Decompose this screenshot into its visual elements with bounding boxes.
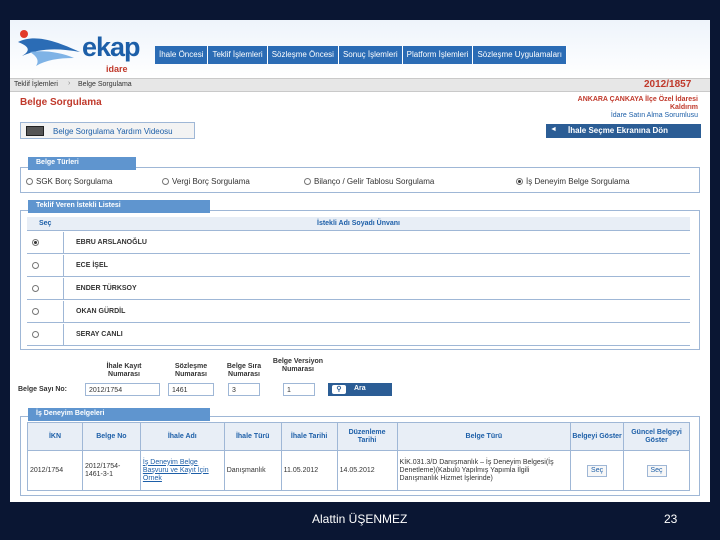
- belge-sayi-label: Belge Sayı No:: [18, 386, 68, 393]
- nav-teklif-islemleri[interactable]: Teklif İşlemleri: [208, 46, 268, 64]
- slide-page-number: 23: [664, 512, 678, 526]
- ekap-logo[interactable]: ekap idare: [14, 22, 154, 76]
- breadcrumb-teklif-islemleri[interactable]: Teklif İşlemleri: [14, 81, 58, 88]
- type-label: İş Deneyim Belge Sorgulama: [526, 177, 630, 186]
- breadcrumb-separator: ›: [68, 80, 71, 87]
- sozlesme-label: Sözleşme Numarası: [174, 363, 208, 378]
- col-duzenleme-tarihi: Düzenleme Tarihi: [336, 422, 398, 451]
- tender-reference: 2012/1857: [644, 79, 692, 90]
- cell-ihale-turu: Danışmanlık: [223, 450, 282, 491]
- office-unit: İdare Satın Alma Sorumlusu: [610, 112, 698, 119]
- office-name: ANKARA ÇANKAYA İlçe Özel İdaresi Kaldırı…: [577, 96, 698, 111]
- browser-screenshot: ekap idare İhale Öncesi Teklif İşlemleri…: [10, 20, 710, 502]
- bidders-legend: Teklif Veren İstekli Listesi: [28, 200, 210, 213]
- help-video-label: Belge Sorgulama Yardım Videosu: [53, 127, 173, 136]
- cell-belge-no: 2012/1754-1461-3-1: [81, 450, 141, 491]
- magnifier-icon: ⚲: [332, 385, 346, 394]
- col-bidder-name: İstekli Adı Soyadı Ünvanı: [317, 220, 400, 227]
- cell-duzenleme-tarihi: 14.05.2012: [336, 450, 398, 491]
- col-ihale-tarihi: İhale Tarihi: [280, 422, 338, 451]
- bidder-name: EBRU ARSLANOĞLU: [76, 239, 147, 246]
- cell-ihale-adi[interactable]: İş Deneyim Belge Başvuru ve Kayıt İçin Ö…: [139, 450, 225, 491]
- breadcrumb: Teklif İşlemleri › Belge Sorgulama 2012/…: [10, 78, 710, 92]
- site-header: ekap idare İhale Öncesi Teklif İşlemleri…: [10, 20, 710, 78]
- bidder-row[interactable]: ECE İŞEL: [27, 255, 690, 277]
- document-types-legend: Belge Türleri: [28, 157, 136, 170]
- radio-button: [26, 178, 33, 186]
- show-document-button[interactable]: Seç: [587, 464, 608, 477]
- radio-button[interactable]: [32, 331, 39, 338]
- radio-button[interactable]: [32, 239, 39, 246]
- nav-sonuc-islemleri[interactable]: Sonuç İşlemleri: [338, 46, 403, 64]
- nav-sozlesme-uygulamalari[interactable]: Sözleşme Uygulamaları: [473, 46, 567, 64]
- radio-button: [162, 178, 169, 186]
- search-button[interactable]: ⚲ Ara: [328, 383, 392, 396]
- type-label: SGK Borç Sorgulama: [36, 177, 113, 186]
- type-sgk-radio[interactable]: SGK Borç Sorgulama: [26, 177, 112, 186]
- breadcrumb-belge-sorgulama[interactable]: Belge Sorgulama: [78, 81, 132, 88]
- back-to-tender-button[interactable]: ◄ İhale Seçme Ekranına Dön: [546, 124, 701, 138]
- radio-button[interactable]: [32, 262, 39, 269]
- film-icon: [26, 126, 44, 136]
- radio-button[interactable]: [32, 308, 39, 315]
- sozlesme-input[interactable]: [168, 383, 214, 396]
- slide-author: Alattin ÜŞENMEZ: [312, 512, 408, 526]
- office-info: ANKARA ÇANKAYA İlçe Özel İdaresi Kaldırı…: [558, 96, 698, 120]
- show-current-document-button[interactable]: Seç: [646, 464, 667, 477]
- belge-sayi-input[interactable]: [85, 383, 160, 396]
- cell-belgeyi-goster: Seç: [570, 450, 625, 491]
- nav-sozlesme-oncesi[interactable]: Sözleşme Öncesi: [267, 46, 339, 64]
- bidders-header: Seç İstekli Adı Soyadı Ünvanı: [27, 217, 690, 231]
- arrow-left-icon: ◄: [550, 126, 557, 133]
- col-ihale-adi: İhale Adı: [139, 422, 225, 451]
- nav-platform-islemleri[interactable]: Platform İşlemleri: [402, 46, 474, 64]
- radio-button: [516, 178, 523, 186]
- cell-guncel-belgeyi-goster: Seç: [623, 450, 690, 491]
- bidder-name: OKAN GÜRDİL: [76, 308, 126, 315]
- logo-text: ekap: [82, 32, 141, 62]
- col-belge-no: Belge No: [81, 422, 141, 451]
- bidder-row[interactable]: ENDER TÜRKSOY: [27, 278, 690, 300]
- type-label: Vergi Borç Sorgulama: [172, 177, 250, 186]
- help-video-button[interactable]: Belge Sorgulama Yardım Videosu: [20, 122, 195, 139]
- logo-subtitle: idare: [106, 64, 128, 74]
- type-vergi-radio[interactable]: Vergi Borç Sorgulama: [162, 177, 250, 186]
- search-button-label: Ara: [354, 385, 366, 392]
- bidder-row[interactable]: EBRU ARSLANOĞLU: [27, 232, 690, 254]
- bidder-row[interactable]: SERAY CANLI: [27, 324, 690, 346]
- bidder-name: SERAY CANLI: [76, 331, 123, 338]
- bidder-name: ECE İŞEL: [76, 262, 108, 269]
- experience-docs-legend: İş Deneyim Belgeleri: [28, 408, 210, 421]
- versiyon-label: Belge Versiyon Numarası: [272, 358, 324, 373]
- col-belge-turu: Belge Türü: [396, 422, 572, 451]
- col-select: Seç: [39, 220, 52, 227]
- slide-footer: Alattin ÜŞENMEZ 23: [0, 508, 720, 530]
- col-ikn: İKN: [27, 422, 83, 451]
- cell-ihale-tarihi: 11.05.2012: [280, 450, 338, 491]
- col-ihale-turu: İhale Türü: [223, 422, 282, 451]
- belge-sira-input[interactable]: [228, 383, 260, 396]
- col-guncel-belgeyi-goster: Güncel Belgeyi Göster: [623, 422, 690, 451]
- radio-button: [304, 178, 311, 186]
- cell-belge-turu: KİK.031.3/D Danışmanlık – İş Deneyim Bel…: [396, 450, 572, 491]
- back-button-label: İhale Seçme Ekranına Dön: [568, 126, 669, 135]
- page-title: Belge Sorgulama: [20, 97, 102, 108]
- bidder-row[interactable]: OKAN GÜRDİL: [27, 301, 690, 323]
- type-bilanco-radio[interactable]: Bilanço / Gelir Tablosu Sorgulama: [304, 177, 434, 186]
- table-row: 2012/1754 2012/1754-1461-3-1 İş Deneyim …: [27, 450, 690, 491]
- cell-ikn: 2012/1754: [27, 450, 83, 491]
- type-label: Bilanço / Gelir Tablosu Sorgulama: [314, 177, 435, 186]
- bird-logo-icon: [18, 30, 80, 66]
- versiyon-input[interactable]: [283, 383, 315, 396]
- col-belgeyi-goster: Belgeyi Göster: [570, 422, 625, 451]
- radio-button[interactable]: [32, 285, 39, 292]
- experience-docs-table: İKN Belge No İhale Adı İhale Türü İhale …: [27, 422, 690, 491]
- belge-sira-label: Belge Sıra Numarası: [226, 363, 262, 378]
- type-is-deneyim-radio[interactable]: İş Deneyim Belge Sorgulama: [516, 177, 630, 186]
- nav-ihale-oncesi[interactable]: İhale Öncesi: [155, 46, 209, 64]
- ihale-kayit-label: İhale Kayıt Numarası: [106, 363, 142, 378]
- table-header-row: İKN Belge No İhale Adı İhale Türü İhale …: [27, 422, 690, 451]
- main-nav: İhale Öncesi Teklif İşlemleri Sözleşme Ö…: [155, 46, 567, 64]
- bidder-name: ENDER TÜRKSOY: [76, 285, 137, 292]
